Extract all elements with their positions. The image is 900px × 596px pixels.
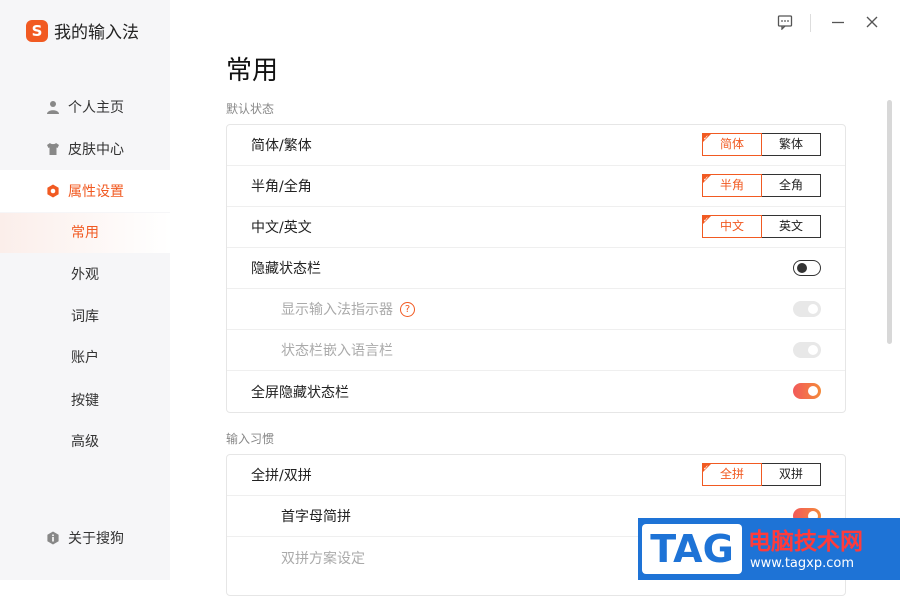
toggle-knob <box>797 263 807 273</box>
sidebar-item-label: 皮肤中心 <box>68 142 124 158</box>
tshirt-icon <box>46 142 60 156</box>
segment-option-full-pinyin[interactable]: 全拼 <box>702 458 762 486</box>
segmented-control: 半角 全角 <box>702 169 821 197</box>
scrollbar[interactable] <box>887 100 892 344</box>
setting-row-fullscreen-hide: 全屏隐藏状态栏 <box>227 371 845 412</box>
sidebar-subitem-common[interactable]: 常用 <box>0 213 170 253</box>
setting-label: 全屏隐藏状态栏 <box>251 384 349 401</box>
watermark-tag-logo: TAG <box>642 524 742 574</box>
default-state-card: 简体/繁体 简体 繁体 半角/全角 半角 全角 中文/英文 中文 英文 隐藏状态… <box>226 124 846 413</box>
setting-row-chinese-english: 中文/英文 中文 英文 <box>227 207 845 248</box>
sidebar-item-label: 个人主页 <box>68 100 124 116</box>
section-label-default-state: 默认状态 <box>226 102 275 116</box>
sidebar-item-settings[interactable]: 属性设置 <box>0 170 170 212</box>
toggle-knob <box>808 386 818 396</box>
sidebar-item-label: 关于搜狗 <box>68 531 124 547</box>
sogou-logo-icon: S <box>26 19 48 42</box>
user-icon <box>46 100 60 114</box>
sidebar-subitem-appearance[interactable]: 外观 <box>0 255 170 295</box>
close-icon[interactable] <box>864 14 880 34</box>
setting-label: 简体/繁体 <box>251 138 312 154</box>
segment-option-english[interactable]: 英文 <box>762 215 821 238</box>
watermark: TAG 电脑技术网 www.tagxp.com <box>638 518 900 580</box>
setting-label: 全拼/双拼 <box>251 468 312 484</box>
show-indicator-toggle <box>793 301 821 317</box>
sidebar-item-skins[interactable]: 皮肤中心 <box>0 128 170 170</box>
sidebar-item-about[interactable]: 关于搜狗 <box>0 517 170 559</box>
minimize-icon[interactable] <box>830 14 846 34</box>
setting-row-half-full-width: 半角/全角 半角 全角 <box>227 166 845 207</box>
setting-row-embed-language-bar: 状态栏嵌入语言栏 <box>227 330 845 371</box>
toggle-knob <box>808 345 818 355</box>
setting-label: 状态栏嵌入语言栏 <box>281 343 393 359</box>
sidebar-subitem-lexicon[interactable]: 词库 <box>0 297 170 337</box>
feedback-icon[interactable] <box>777 14 793 34</box>
setting-label: 隐藏状态栏 <box>251 261 321 277</box>
toggle-knob <box>808 304 818 314</box>
segment-option-traditional[interactable]: 繁体 <box>762 133 821 156</box>
segmented-control: 中文 英文 <box>702 210 821 238</box>
setting-row-show-indicator: 显示输入法指示器 ? <box>227 289 845 330</box>
hide-status-bar-toggle[interactable] <box>793 260 821 276</box>
watermark-url: www.tagxp.com <box>750 556 854 571</box>
segment-option-simplified[interactable]: 简体 <box>702 128 762 156</box>
segment-option-chinese[interactable]: 中文 <box>702 210 762 238</box>
setting-label: 双拼方案设定 <box>281 550 365 567</box>
setting-row-hide-status-bar: 隐藏状态栏 <box>227 248 845 289</box>
segmented-control: 全拼 双拼 <box>702 458 821 486</box>
setting-label: 半角/全角 <box>251 179 312 195</box>
app-title: 我的输入法 <box>54 23 139 43</box>
sidebar-subitem-account[interactable]: 账户 <box>0 338 170 378</box>
setting-label: 首字母简拼 <box>281 509 351 525</box>
brand: S 我的输入法 <box>26 18 139 43</box>
help-icon[interactable]: ? <box>400 301 415 317</box>
segment-option-double-pinyin[interactable]: 双拼 <box>762 463 821 486</box>
sidebar: S 我的输入法 个人主页 皮肤中心 属性设置 常用 外观 词库 账户 按键 高级… <box>0 0 170 580</box>
segmented-control: 简体 繁体 <box>702 128 821 156</box>
setting-row-simplified-traditional: 简体/繁体 简体 繁体 <box>227 125 845 166</box>
segment-option-full-width[interactable]: 全角 <box>762 174 821 197</box>
watermark-title: 电脑技术网 <box>748 529 863 555</box>
page-title: 常用 <box>226 56 279 86</box>
embed-language-bar-toggle <box>793 342 821 358</box>
sidebar-subitem-advanced[interactable]: 高级 <box>0 422 170 462</box>
sidebar-item-label: 属性设置 <box>68 184 124 200</box>
window-controls-divider <box>810 14 811 32</box>
sidebar-subitem-keys[interactable]: 按键 <box>0 381 170 421</box>
setting-label: 中文/英文 <box>251 220 312 236</box>
section-label-input-habits: 输入习惯 <box>226 432 275 446</box>
settings-icon <box>46 184 60 198</box>
fullscreen-hide-toggle[interactable] <box>793 383 821 399</box>
setting-label: 显示输入法指示器 <box>281 302 393 318</box>
info-icon <box>46 531 60 545</box>
setting-row-full-double-pinyin: 全拼/双拼 全拼 双拼 <box>227 455 845 496</box>
segment-option-half-width[interactable]: 半角 <box>702 169 762 197</box>
sidebar-item-profile[interactable]: 个人主页 <box>0 86 170 128</box>
